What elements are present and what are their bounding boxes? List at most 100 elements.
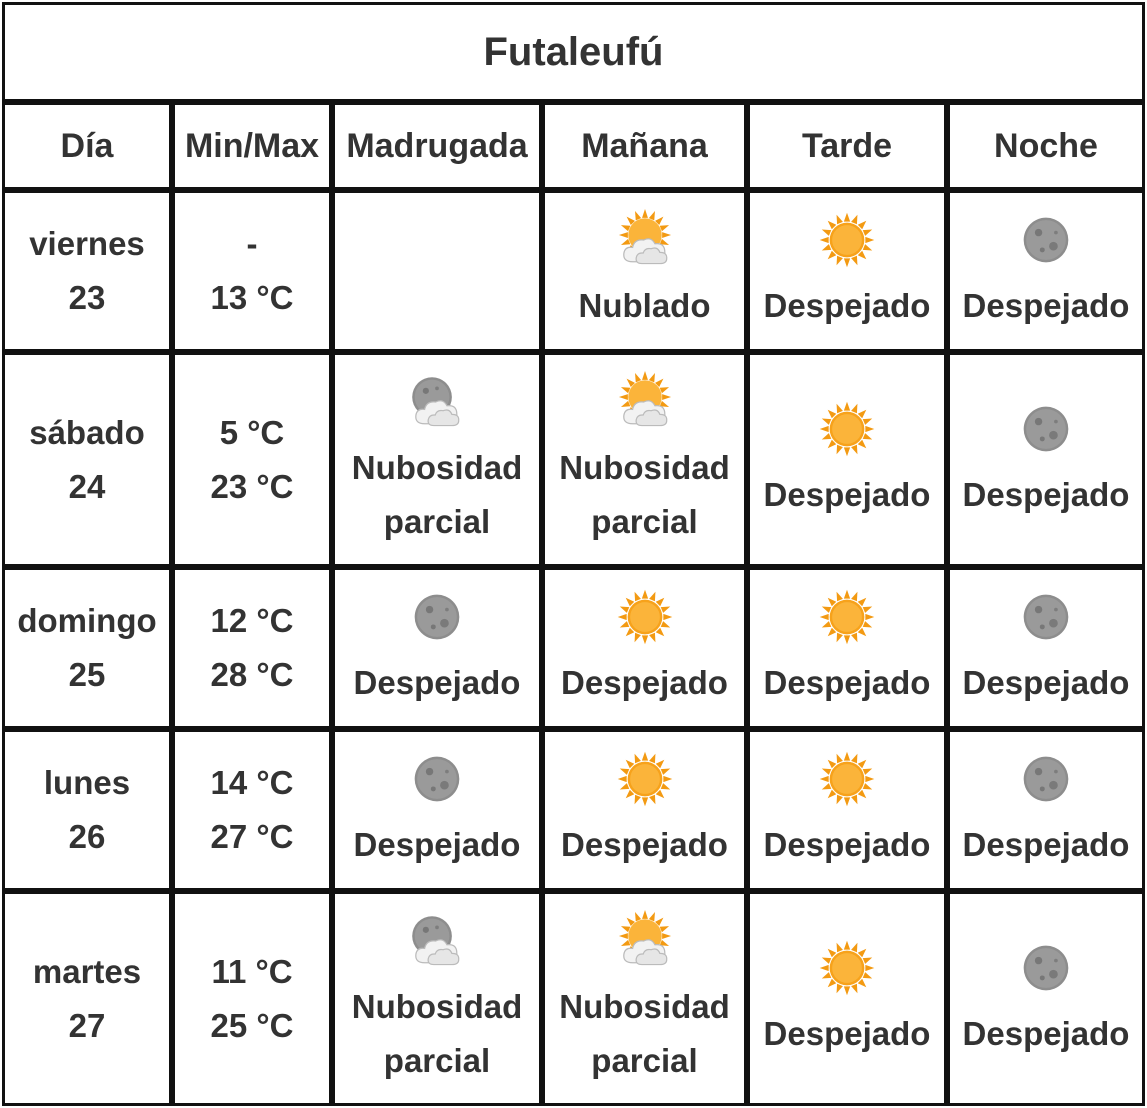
period-cell-manana: Nubosidad parcial (542, 891, 747, 1106)
period-cell-noche: Despejado (947, 729, 1145, 891)
header-madrugada: Madrugada (332, 102, 542, 190)
condition-label: Nubosidad (351, 448, 523, 486)
sun-icon (816, 748, 878, 810)
min-temp: 5 °C (219, 413, 285, 451)
condition-label: Despejado (962, 1014, 1130, 1052)
minmax-cell: 14 °C 27 °C (172, 729, 332, 891)
condition-label: Despejado (962, 287, 1130, 324)
condition-label-2: parcial (591, 502, 698, 540)
day-name: viernes (29, 225, 145, 262)
sun-icon (614, 748, 676, 810)
condition-label: Despejado (763, 664, 931, 701)
moon-icon (406, 748, 468, 810)
period-cell-madrugada: Despejado (332, 729, 542, 891)
min-temp: - (246, 225, 258, 262)
min-temp: 14 °C (210, 764, 294, 801)
sun-icon (816, 209, 878, 271)
sun-icon (816, 586, 878, 648)
forecast-table: Futaleufú Día Min/Max Madrugada Mañana T… (2, 2, 1145, 1106)
header-day: Día (2, 102, 172, 190)
day-date: 23 (68, 279, 106, 316)
period-cell-manana: Despejado (542, 567, 747, 729)
minmax-cell: 11 °C 25 °C (172, 891, 332, 1106)
period-cell-madrugada (332, 190, 542, 352)
condition-label: Despejado (962, 826, 1130, 863)
day-cell: lunes 26 (2, 729, 172, 891)
condition-label: Despejado (962, 475, 1130, 513)
sun-icon (614, 586, 676, 648)
period-cell-noche: Despejado (947, 352, 1145, 567)
max-temp: 23 °C (210, 467, 294, 505)
period-cell-tarde: Despejado (747, 567, 947, 729)
moon-icon (1015, 748, 1077, 810)
day-cell: martes 27 (2, 891, 172, 1106)
period-cell-tarde: Despejado (747, 190, 947, 352)
period-cell-tarde: Despejado (747, 352, 947, 567)
min-temp: 12 °C (210, 602, 294, 639)
sun-cloud-icon (614, 370, 676, 433)
condition-label: Despejado (353, 664, 521, 701)
sun-icon (816, 937, 878, 999)
moon-icon (1015, 209, 1077, 271)
sun-cloud-icon (614, 909, 676, 972)
header-minmax: Min/Max (172, 102, 332, 190)
day-cell: sábado 24 (2, 352, 172, 567)
period-cell-madrugada: Nubosidad parcial (332, 891, 542, 1106)
day-cell: viernes 23 (2, 190, 172, 352)
condition-label: Nubosidad (559, 448, 730, 486)
condition-label: Despejado (561, 664, 728, 701)
header-tarde: Tarde (747, 102, 947, 190)
min-temp: 11 °C (211, 952, 293, 990)
max-temp: 28 °C (210, 656, 294, 693)
condition-label: Despejado (763, 475, 931, 513)
moon-icon (1015, 586, 1077, 648)
condition-label: Despejado (763, 1014, 931, 1052)
minmax-cell: 5 °C 23 °C (172, 352, 332, 567)
period-cell-manana: Nubosidad parcial (542, 352, 747, 567)
moon-icon (1015, 937, 1077, 999)
period-cell-madrugada: Nubosidad parcial (332, 352, 542, 567)
day-date: 24 (68, 467, 106, 505)
day-date: 25 (68, 656, 106, 693)
condition-label: Nubosidad (351, 987, 523, 1025)
condition-label: Nublado (578, 287, 711, 324)
minmax-cell: 12 °C 28 °C (172, 567, 332, 729)
max-temp: 13 °C (210, 279, 294, 316)
header-noche: Noche (947, 102, 1145, 190)
day-name: martes (32, 952, 142, 990)
condition-label-2: parcial (383, 1041, 491, 1079)
day-name: domingo (17, 602, 157, 639)
period-cell-madrugada: Despejado (332, 567, 542, 729)
period-cell-noche: Despejado (947, 567, 1145, 729)
condition-label: Despejado (962, 664, 1130, 701)
day-name: sábado (29, 413, 145, 451)
period-cell-tarde: Despejado (747, 891, 947, 1106)
moon-icon (406, 586, 468, 648)
period-cell-noche: Despejado (947, 891, 1145, 1106)
moon-icon (1015, 398, 1077, 460)
condition-label: Despejado (353, 826, 521, 863)
period-cell-manana: Nublado (542, 190, 747, 352)
condition-label: Nubosidad (559, 987, 730, 1025)
max-temp: 27 °C (210, 818, 294, 855)
condition-label: Despejado (763, 826, 931, 863)
period-cell-tarde: Despejado (747, 729, 947, 891)
max-temp: 25 °C (210, 1006, 294, 1044)
moon-cloud-icon (406, 910, 468, 972)
period-cell-manana: Despejado (542, 729, 747, 891)
day-name: lunes (43, 764, 131, 801)
day-date: 26 (68, 818, 106, 855)
condition-label: Despejado (561, 826, 728, 863)
moon-cloud-icon (406, 371, 468, 433)
condition-label-2: parcial (383, 502, 491, 540)
period-cell-noche: Despejado (947, 190, 1145, 352)
sun-cloud-icon (614, 209, 676, 271)
condition-label: Despejado (763, 287, 931, 324)
minmax-cell: - 13 °C (172, 190, 332, 352)
condition-label-2: parcial (591, 1041, 698, 1079)
day-date: 27 (68, 1006, 106, 1044)
location-title: Futaleufú (2, 2, 1145, 102)
day-cell: domingo 25 (2, 567, 172, 729)
header-manana: Mañana (542, 102, 747, 190)
sun-icon (816, 398, 878, 460)
